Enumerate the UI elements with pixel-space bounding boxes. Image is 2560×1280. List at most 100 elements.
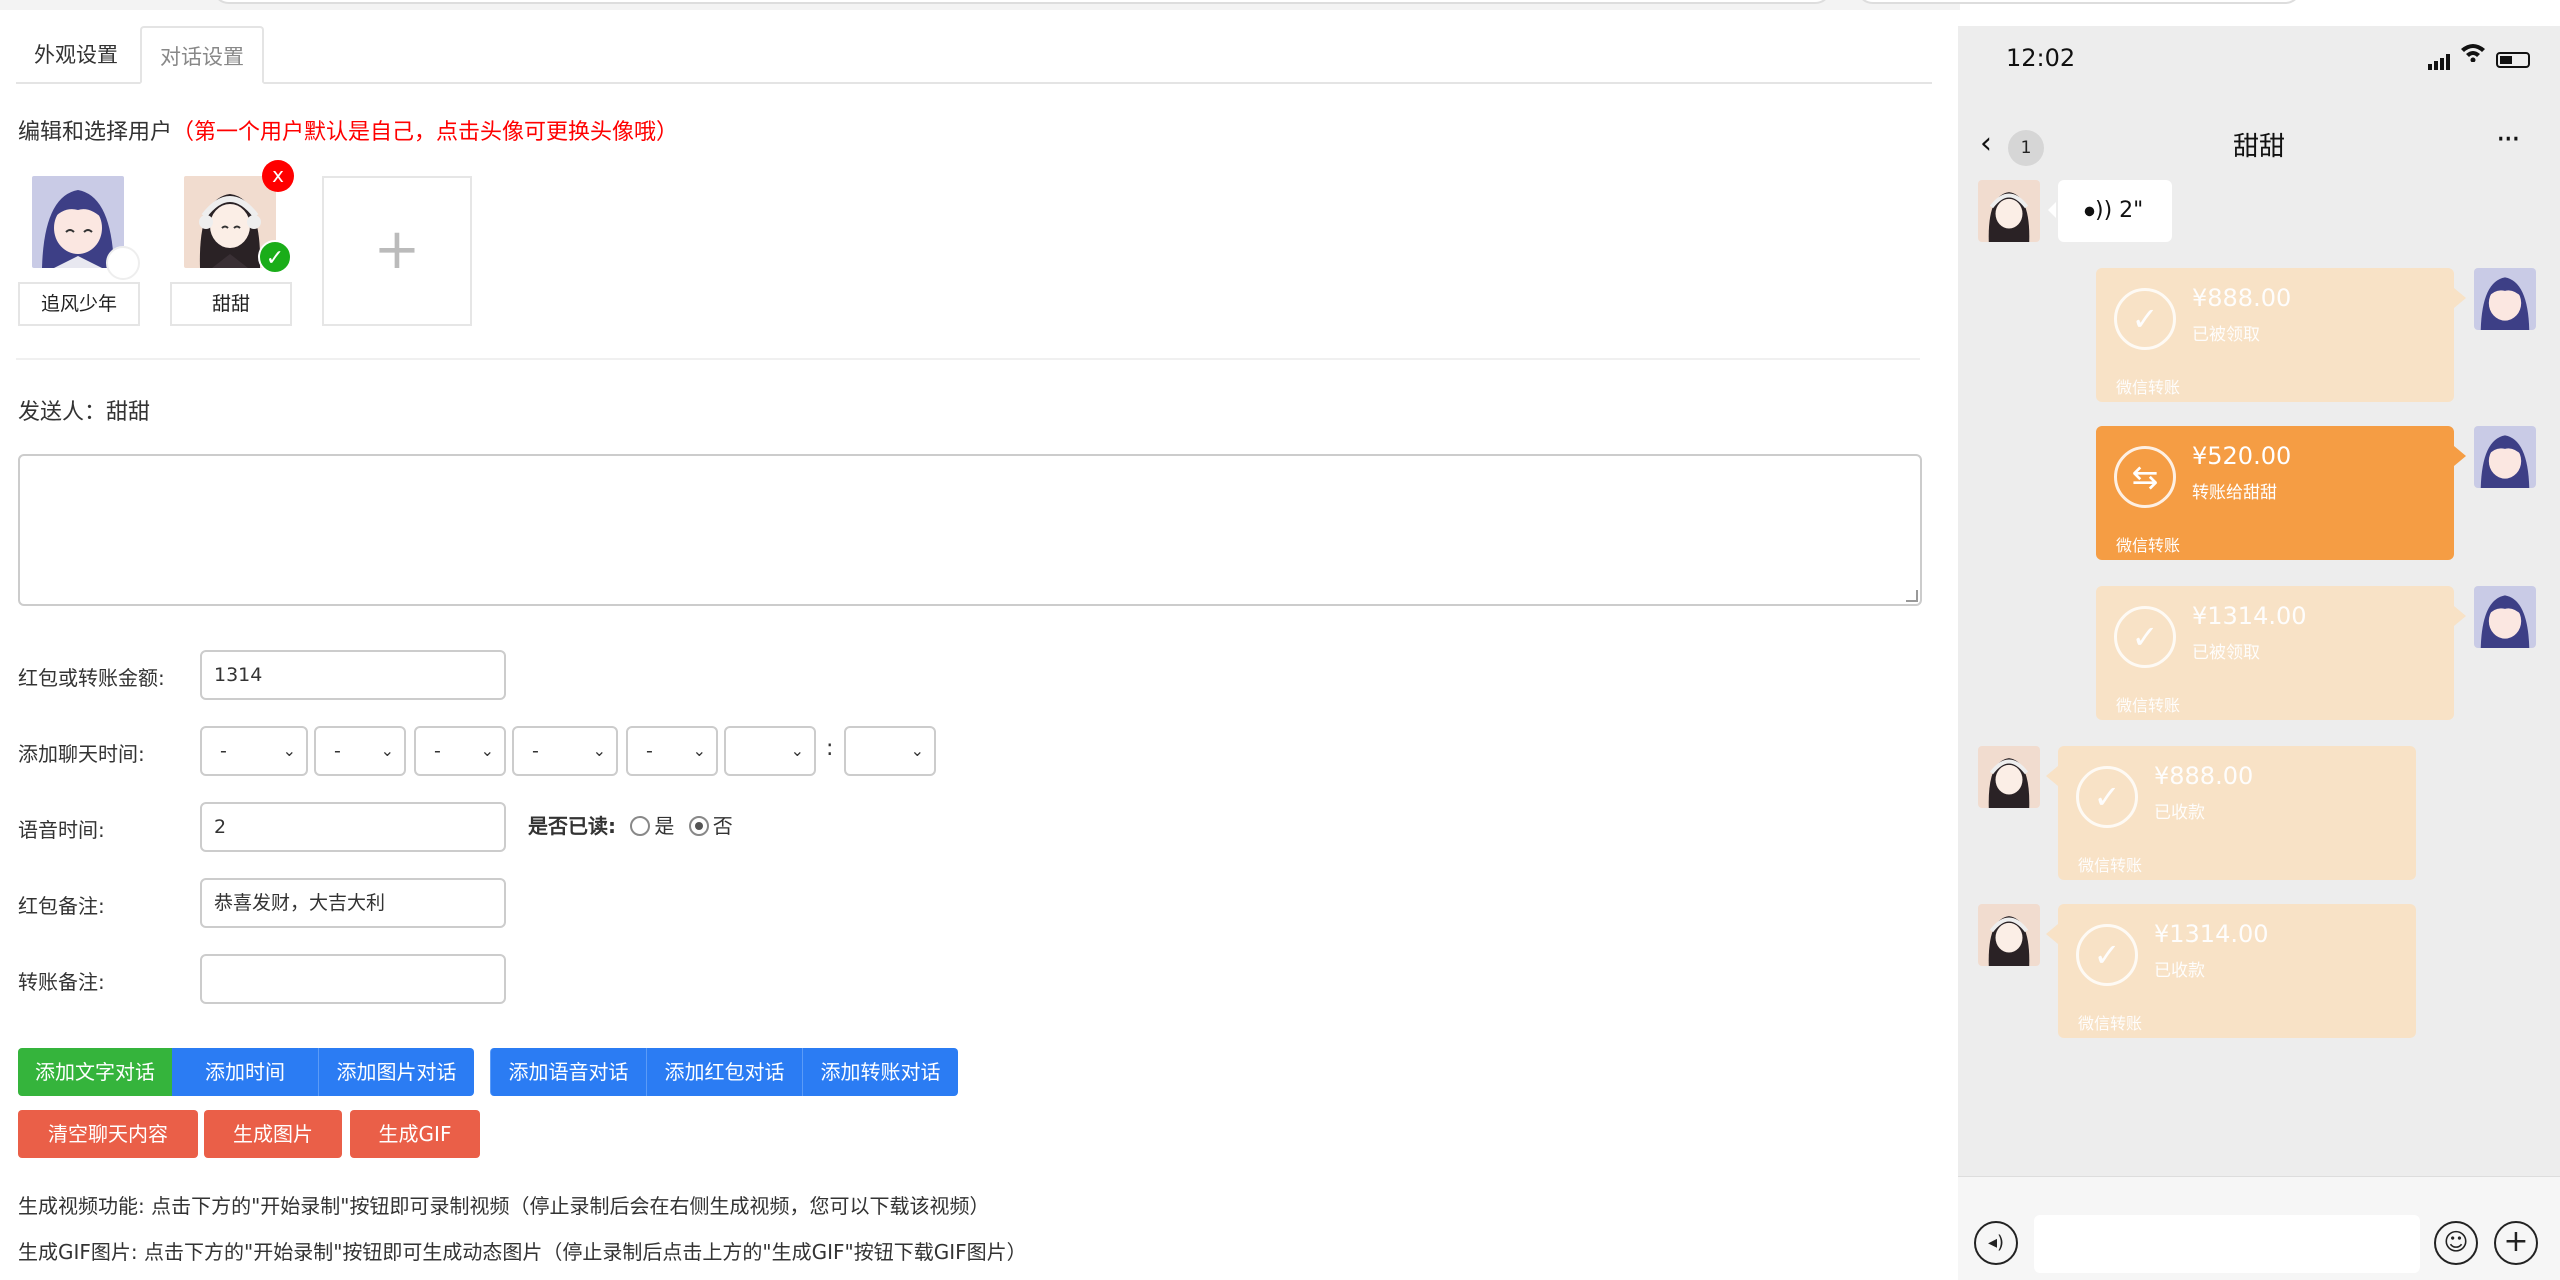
read-no-label[interactable]: 否 bbox=[713, 814, 733, 838]
transfer-message[interactable]: ✓ ¥888.00 已收款 微信转账 bbox=[2046, 746, 2416, 880]
plus-icon[interactable]: + bbox=[2494, 1221, 2538, 1265]
bubble-tail bbox=[2046, 924, 2058, 944]
section-title-hint: （第一个用户默认是自己，点击头像可更换头像哦） bbox=[172, 120, 679, 145]
tab-dialog[interactable]: 对话设置 bbox=[140, 26, 264, 84]
read-status-label: 是否已读: bbox=[528, 814, 616, 838]
read-no-radio[interactable] bbox=[688, 816, 709, 836]
time-select-day[interactable]: - ⌄ bbox=[414, 726, 506, 776]
transfer-status: 已被领取 bbox=[2192, 325, 2260, 345]
chat-text-field[interactable] bbox=[2034, 1215, 2420, 1273]
generate-image-button[interactable]: 生成图片 bbox=[204, 1110, 342, 1158]
user-name-2[interactable]: 甜甜 bbox=[170, 282, 292, 326]
voice-time-input[interactable]: 2 bbox=[200, 802, 506, 852]
chevron-down-icon: ⌄ bbox=[480, 741, 494, 760]
add-redpacket-dialog-button[interactable]: 添加红包对话 bbox=[646, 1048, 802, 1096]
boy-avatar[interactable] bbox=[2474, 426, 2536, 488]
bubble-tail bbox=[2454, 606, 2466, 626]
section-title-main: 编辑和选择用户 bbox=[18, 120, 173, 145]
user-card-2[interactable]: x ✓ 甜甜 bbox=[170, 160, 294, 328]
user-name-1[interactable]: 追风少年 bbox=[18, 282, 140, 326]
chevron-down-icon: ⌄ bbox=[692, 741, 706, 760]
read-yes-radio[interactable] bbox=[630, 816, 651, 836]
resize-handle-icon[interactable] bbox=[1906, 590, 1918, 602]
transfer-note-input[interactable] bbox=[200, 954, 506, 1004]
check-circle-icon: ✓ bbox=[2076, 766, 2138, 828]
voice-input-icon[interactable]: ◂) bbox=[1974, 1221, 2018, 1265]
phone-preview: 12:02 ‹ 1 甜甜 ··· ⦁)) 2" ✓ ¥888.00 已被领取 微… bbox=[1958, 26, 2560, 1280]
amount-label: 红包或转账金额: bbox=[18, 666, 165, 690]
delete-user-button[interactable]: x bbox=[262, 160, 294, 192]
divider bbox=[16, 358, 1920, 360]
status-time: 12:02 bbox=[2006, 44, 2076, 72]
time-select-month[interactable]: - ⌄ bbox=[314, 726, 406, 776]
unselected-badge[interactable] bbox=[106, 246, 140, 280]
girl-avatar[interactable] bbox=[1978, 180, 2040, 242]
voice-wave-icon: ⦁)) bbox=[2084, 198, 2120, 223]
transfer-message[interactable]: ✓ ¥1314.00 已收款 微信转账 bbox=[2046, 904, 2416, 1038]
transfer-message[interactable]: ✓ ¥888.00 已被领取 微信转账 bbox=[2096, 268, 2466, 402]
transfer-amount: ¥888.00 bbox=[2192, 284, 2292, 312]
chevron-down-icon: ⌄ bbox=[592, 741, 606, 760]
video-info-text: 生成视频功能: 点击下方的"开始录制"按钮即可录制视频（停止录制后会在右侧生成视… bbox=[18, 1194, 990, 1218]
transfer-status: 已收款 bbox=[2154, 961, 2205, 981]
time-colon: : bbox=[826, 736, 834, 761]
add-image-dialog-button[interactable]: 添加图片对话 bbox=[318, 1048, 474, 1096]
check-circle-icon: ✓ bbox=[2114, 606, 2176, 668]
time-select-period[interactable]: - ⌄ bbox=[626, 726, 718, 776]
settings-panel: 外观设置 对话设置 编辑和选择用户（第一个用户默认是自己，点击头像可更换头像哦）… bbox=[0, 0, 1958, 1280]
add-voice-dialog-button[interactable]: 添加语音对话 bbox=[490, 1048, 646, 1096]
chevron-down-icon: ⌄ bbox=[282, 741, 296, 760]
generate-gif-button[interactable]: 生成GIF bbox=[350, 1110, 480, 1158]
girl-avatar[interactable] bbox=[1978, 904, 2040, 966]
section-title: 编辑和选择用户（第一个用户默认是自己，点击头像可更换头像哦） bbox=[18, 114, 678, 146]
time-select-weekday[interactable]: - ⌄ bbox=[512, 726, 618, 776]
battery-icon bbox=[2496, 52, 2530, 68]
chevron-down-icon: ⌄ bbox=[790, 741, 804, 760]
time-select-year-value: - bbox=[220, 740, 227, 762]
redpacket-note-input[interactable]: 恭喜发财，大吉大利 bbox=[200, 878, 506, 928]
user-card-1[interactable]: 追风少年 bbox=[18, 176, 140, 328]
girl-avatar[interactable] bbox=[1978, 746, 2040, 808]
transfer-footer: 微信转账 bbox=[2116, 696, 2181, 715]
clear-chat-button[interactable]: 清空聊天内容 bbox=[18, 1110, 198, 1158]
time-select-minute[interactable]: ⌄ bbox=[844, 726, 936, 776]
chevron-down-icon: ⌄ bbox=[380, 741, 394, 760]
time-select-year[interactable]: - ⌄ bbox=[200, 726, 308, 776]
transfer-amount: ¥888.00 bbox=[2154, 762, 2254, 790]
bubble-tail bbox=[2454, 446, 2466, 466]
chat-time-label: 添加聊天时间: bbox=[18, 742, 145, 766]
transfer-amount: ¥1314.00 bbox=[2192, 602, 2307, 630]
boy-avatar[interactable] bbox=[2474, 268, 2536, 330]
boy-avatar[interactable] bbox=[2474, 586, 2536, 648]
add-user-button[interactable]: + bbox=[322, 176, 472, 326]
bubble-tail bbox=[2454, 288, 2466, 308]
add-time-button[interactable]: 添加时间 bbox=[172, 1048, 318, 1096]
tab-appearance[interactable]: 外观设置 bbox=[16, 26, 136, 84]
status-bar: 12:02 bbox=[1958, 26, 2560, 96]
time-select-hour[interactable]: ⌄ bbox=[724, 726, 816, 776]
chat-title: 甜甜 bbox=[2232, 132, 2285, 162]
gif-info-text: 生成GIF图片: 点击下方的"开始录制"按钮即可生成动态图片（停止录制后点击上方… bbox=[18, 1240, 1027, 1264]
transfer-arrows-icon: ⇆ bbox=[2114, 446, 2176, 508]
transfer-amount: ¥520.00 bbox=[2192, 442, 2292, 470]
transfer-footer: 微信转账 bbox=[2078, 1014, 2143, 1033]
voice-message[interactable]: ⦁)) 2" bbox=[2048, 180, 2172, 242]
message-textarea[interactable] bbox=[18, 454, 1922, 606]
transfer-amount: ¥1314.00 bbox=[2154, 920, 2269, 948]
amount-input[interactable]: 1314 bbox=[200, 650, 506, 700]
emoji-icon[interactable]: ☺ bbox=[2434, 1221, 2478, 1265]
transfer-footer: 微信转账 bbox=[2116, 378, 2181, 397]
add-transfer-dialog-button[interactable]: 添加转账对话 bbox=[802, 1048, 958, 1096]
transfer-status: 已收款 bbox=[2154, 803, 2205, 823]
chat-input-bar: ◂) ☺ + bbox=[1958, 1176, 2560, 1280]
transfer-status: 已被领取 bbox=[2192, 643, 2260, 663]
transfer-message[interactable]: ✓ ¥1314.00 已被领取 微信转账 bbox=[2096, 586, 2466, 720]
bubble-tail bbox=[2046, 766, 2058, 786]
transfer-message[interactable]: ⇆ ¥520.00 转账给甜甜 微信转账 bbox=[2096, 426, 2466, 560]
selected-check-icon[interactable]: ✓ bbox=[258, 240, 292, 274]
more-icon[interactable]: ··· bbox=[2496, 122, 2521, 157]
add-text-dialog-button[interactable]: 添加文字对话 bbox=[18, 1048, 172, 1096]
read-yes-label[interactable]: 是 bbox=[654, 814, 674, 838]
wifi-icon bbox=[2460, 42, 2486, 68]
time-select-month-value: - bbox=[334, 740, 341, 762]
